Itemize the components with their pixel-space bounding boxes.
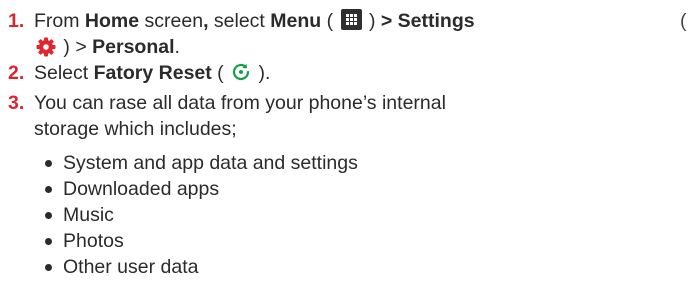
step-number: 1. bbox=[8, 10, 25, 32]
paren-close: ). bbox=[253, 62, 271, 84]
list-item-label: Downloaded apps bbox=[63, 178, 220, 200]
list-item: Other user data bbox=[45, 254, 358, 280]
gear-paren-open: ( bbox=[680, 10, 687, 32]
step-text: Select Fatory Reset ( ). bbox=[34, 60, 654, 86]
step-number: 2. bbox=[8, 62, 25, 84]
home-label: Home bbox=[84, 10, 140, 32]
list-item: Downloaded apps bbox=[45, 176, 358, 202]
menu-grid-icon bbox=[340, 9, 362, 31]
step-text: From Home screen, select Menu ( ) > Sett… bbox=[34, 8, 654, 60]
paren-close: ) bbox=[363, 10, 381, 32]
bullet-icon bbox=[45, 238, 52, 245]
list-item-label: Other user data bbox=[63, 256, 199, 278]
step-line: storage which includes; bbox=[34, 118, 237, 140]
paren-close: ) > bbox=[58, 36, 93, 58]
included-data-list: System and app data and settings Downloa… bbox=[45, 150, 358, 280]
step-line: ) > Personal. bbox=[34, 34, 654, 60]
bullet-icon bbox=[45, 264, 52, 271]
text: screen bbox=[139, 10, 204, 32]
step-line: You can rase all data from your phone’s … bbox=[34, 92, 446, 114]
step-number: 3. bbox=[8, 92, 25, 114]
factory-reset-label: Fatory Reset bbox=[93, 62, 212, 84]
paren-open: ( bbox=[321, 10, 339, 32]
personal-label: Personal bbox=[92, 36, 175, 58]
text: Select bbox=[34, 62, 94, 84]
list-item-label: Music bbox=[63, 204, 114, 226]
step-line: From Home screen, select Menu ( ) > Sett… bbox=[34, 8, 654, 34]
factory-reset-icon bbox=[230, 61, 252, 83]
bullet-icon bbox=[45, 160, 52, 167]
period: . bbox=[174, 36, 180, 58]
instruction-document: 1. From Home screen, select Menu ( ) > S… bbox=[0, 0, 690, 297]
bullet-icon bbox=[45, 186, 52, 193]
bullet-icon bbox=[45, 212, 52, 219]
list-item: Music bbox=[45, 202, 358, 228]
list-item-label: Photos bbox=[63, 230, 124, 252]
list-item: System and app data and settings bbox=[45, 150, 358, 176]
list-item: Photos bbox=[45, 228, 358, 254]
paren-open: ( bbox=[211, 62, 230, 84]
text: From bbox=[34, 10, 85, 32]
settings-gear-icon bbox=[35, 36, 57, 58]
step-text: You can rase all data from your phone’s … bbox=[34, 90, 654, 142]
text: select bbox=[208, 10, 271, 32]
settings-label: > Settings bbox=[380, 10, 475, 32]
menu-label: Menu bbox=[270, 10, 322, 32]
list-item-label: System and app data and settings bbox=[63, 152, 358, 174]
